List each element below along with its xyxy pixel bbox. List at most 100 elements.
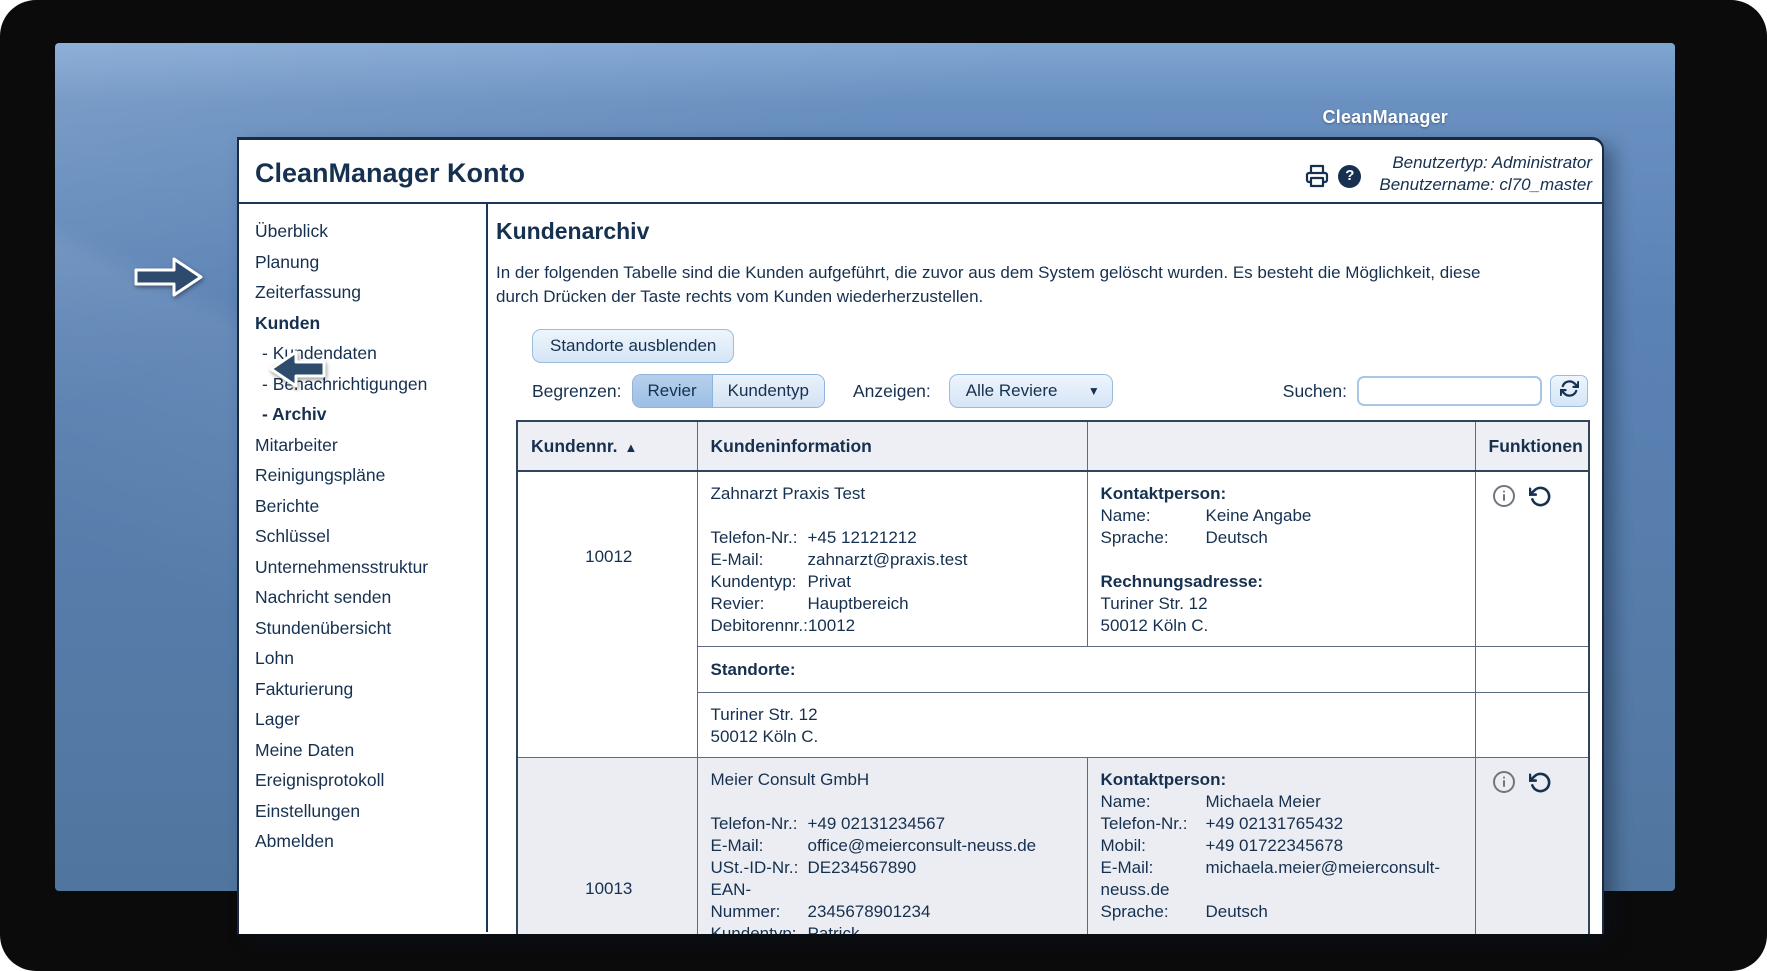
locations-functions-cell <box>1474 646 1590 693</box>
annotation-arrow-kunden <box>134 256 204 298</box>
location-address-cell: Turiner Str. 12 50012 Köln C. <box>696 692 1476 758</box>
info-line-revier: Revier: Hauptbereich <box>710 594 909 613</box>
info-line-ean-number: Nummer: 2345678901234 <box>710 902 931 921</box>
customer-info-cell: Meier Consult GmbH Telefon-Nr.: +49 02131… <box>696 757 1088 934</box>
page-description: In der folgenden Tabelle sind die Kunden… <box>496 263 1481 306</box>
contact-line-phone: Telefon-Nr.: +49 02131765432 <box>1100 814 1344 833</box>
sort-ascending-icon: ▲ <box>624 440 638 455</box>
customer-archive-table: Kundennr. ▲ Kundeninformation Funktionen … <box>516 420 1590 934</box>
annotation-arrow-archiv <box>268 349 326 389</box>
customer-functions-cell <box>1474 470 1590 647</box>
segment-revier-button[interactable]: Revier <box>632 375 712 407</box>
column-header-kundennr[interactable]: Kundennr. ▲ <box>516 420 698 472</box>
toggle-locations-button[interactable]: Standorte ausblenden <box>532 329 735 363</box>
customer-restore-button[interactable] <box>1528 485 1552 511</box>
info-line-phone: Telefon-Nr.: +45 12121212 <box>710 528 917 547</box>
customer-info-cell: Zahnarzt Praxis Test Telefon-Nr.: +45 121… <box>696 470 1088 647</box>
customer-name: Meier Consult GmbH <box>710 770 870 789</box>
customer-contact-cell: Kontaktperson: Name: Michaela Meier Telef… <box>1086 757 1476 934</box>
filter-row: Begrenzen: Revier Kundentyp Anzeigen: Al… <box>532 372 1588 410</box>
user-name: Benutzername: cl70_master <box>1379 175 1592 194</box>
header-right-cluster: ? Benutzertyp: Administrator Benutzernam… <box>1305 152 1592 196</box>
info-line-phone: Telefon-Nr.: +49 02131234567 <box>710 814 946 833</box>
customer-info-button[interactable] <box>1492 484 1516 508</box>
sidebar-item-lager[interactable]: Lager <box>255 704 486 735</box>
sidebar-item-fakturierung[interactable]: Fakturierung <box>255 674 486 705</box>
restore-icon <box>1528 486 1552 511</box>
contact-line-language: Sprache: Deutsch <box>1100 528 1268 547</box>
window-header: CleanManager Konto ? Benutzertyp: Admini… <box>239 140 1602 204</box>
sidebar-nav: Überblick Planung Zeiterfassung Kunden -… <box>239 204 488 932</box>
sidebar-item-nachricht-senden[interactable]: Nachricht senden <box>255 582 486 613</box>
contact-line-name: Name: Keine Angabe <box>1100 506 1312 525</box>
location-city: 50012 Köln C. <box>710 727 819 746</box>
header-icons: ? <box>1305 164 1362 188</box>
sidebar-item-unternehmensstruktur[interactable]: Unternehmensstruktur <box>255 552 486 583</box>
page-title: Kundenarchiv <box>496 218 650 244</box>
desktop-background: CleanManager CleanManager Konto ? Benutz… <box>55 43 1675 934</box>
show-label: Anzeigen: <box>852 380 931 401</box>
contact-line-mobile: Mobil: +49 01722345678 <box>1100 836 1344 855</box>
info-icon <box>1492 485 1516 511</box>
contact-line-language: Sprache: Deutsch <box>1100 902 1268 921</box>
search-label: Suchen: <box>1282 380 1347 401</box>
segment-kundentyp-button[interactable]: Kundentyp <box>711 375 824 407</box>
function-icons <box>1489 483 1579 508</box>
archive-tools: Standorte ausblenden Begrenzen: Revier K… <box>516 329 1590 934</box>
billing-city: 50012 Köln C. <box>1100 616 1209 635</box>
sidebar-item-kunden[interactable]: Kunden <box>255 308 486 339</box>
sidebar-item-ereignisprotokoll[interactable]: Ereignisprotokoll <box>255 765 486 796</box>
sidebar-item-mitarbeiter[interactable]: Mitarbeiter <box>255 430 486 461</box>
user-info: Benutzertyp: Administrator Benutzername:… <box>1379 152 1592 196</box>
location-street: Turiner Str. 12 <box>710 705 818 724</box>
customer-restore-button[interactable] <box>1528 771 1552 794</box>
customer-functions-cell <box>1474 757 1590 934</box>
help-icon: ? <box>1338 164 1362 188</box>
function-icons <box>1489 769 1579 794</box>
column-header-kundeninformation: Kundeninformation <box>696 420 1088 472</box>
contact-line-name: Name: Michaela Meier <box>1100 792 1321 811</box>
chevron-down-icon: ▼ <box>1087 384 1100 398</box>
main-content: Kundenarchiv In der folgenden Tabelle si… <box>488 204 1602 934</box>
info-line-email: E-Mail: zahnarzt@praxis.test <box>710 550 968 569</box>
customer-number: 10012 <box>516 470 698 758</box>
sidebar-item-stundenuebersicht[interactable]: Stundenübersicht <box>255 613 486 644</box>
window-content: Überblick Planung Zeiterfassung Kunden -… <box>239 204 1602 934</box>
customer-number: 10013 <box>516 757 698 934</box>
sidebar-item-einstellungen[interactable]: Einstellungen <box>255 796 486 827</box>
refresh-button[interactable] <box>1550 375 1588 407</box>
info-line-ean-label: EAN- <box>710 880 752 899</box>
info-line-debitor: Debitorennr.: 10012 <box>710 616 856 635</box>
sidebar-item-reinigungsplaene[interactable]: Reinigungspläne <box>255 460 486 491</box>
revier-select-value: Alle Reviere <box>965 381 1058 400</box>
contact-line-email: E-Mail: michaela.meier@meierconsult- <box>1100 858 1441 877</box>
customer-row: 10013 Meier Consult GmbH Telefon-Nr.: +49… <box>516 757 1590 934</box>
sidebar-item-abmelden[interactable]: Abmelden <box>255 826 486 857</box>
column-header-funktionen: Funktionen <box>1474 420 1590 472</box>
brand-label: CleanManager <box>1322 107 1448 127</box>
sidebar-item-planung[interactable]: Planung <box>255 247 486 278</box>
revier-select[interactable]: Alle Reviere ▼ <box>948 374 1113 408</box>
sidebar-item-archiv[interactable]: - Archiv <box>255 399 486 430</box>
customer-info-button[interactable] <box>1492 770 1516 794</box>
locations-label: Standorte: <box>696 646 1476 693</box>
sidebar-item-schluessel[interactable]: Schlüssel <box>255 521 486 552</box>
info-line-type: Kundentyp: Privat <box>710 572 851 591</box>
sidebar-item-lohn[interactable]: Lohn <box>255 643 486 674</box>
sidebar-item-berichte[interactable]: Berichte <box>255 491 486 522</box>
info-line-email: E-Mail: office@meierconsult-neuss.de <box>710 836 1037 855</box>
limit-segmented-control: Revier Kundentyp <box>631 374 825 408</box>
app-title: CleanManager Konto <box>255 158 526 188</box>
sidebar-item-ueberblick[interactable]: Überblick <box>255 216 486 247</box>
column-header-blank <box>1086 420 1476 472</box>
contact-heading: Kontaktperson: <box>1100 484 1227 503</box>
search-input[interactable] <box>1357 376 1542 406</box>
print-button[interactable] <box>1305 164 1329 188</box>
info-icon <box>1492 771 1516 797</box>
sidebar-item-meine-daten[interactable]: Meine Daten <box>255 735 486 766</box>
billing-street: Turiner Str. 12 <box>1100 594 1208 613</box>
help-button[interactable]: ? <box>1338 164 1362 188</box>
sidebar-item-zeiterfassung[interactable]: Zeiterfassung <box>255 277 486 308</box>
